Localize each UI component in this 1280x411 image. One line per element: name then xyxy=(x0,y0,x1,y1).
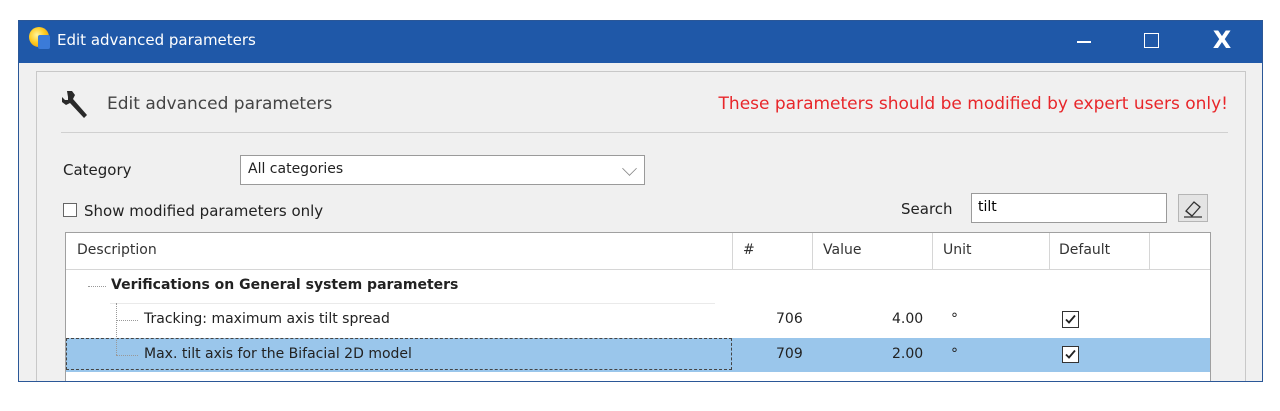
tree-connector xyxy=(116,355,138,356)
column-description[interactable]: Description xyxy=(77,242,157,258)
column-number[interactable]: # xyxy=(743,242,755,258)
parameters-table[interactable]: Description # Value Unit Default Verific… xyxy=(65,232,1211,381)
clear-search-button[interactable] xyxy=(1178,194,1208,222)
chevron-down-icon xyxy=(622,161,637,176)
divider xyxy=(61,132,1228,133)
row-number: 709 xyxy=(776,346,803,362)
maximize-button[interactable] xyxy=(1116,21,1186,63)
tree-connector xyxy=(88,286,106,287)
column-unit[interactable]: Unit xyxy=(943,242,972,258)
row-number: 706 xyxy=(776,311,803,327)
tree-connector xyxy=(116,320,138,321)
window-title: Edit advanced parameters xyxy=(57,31,256,49)
main-panel: Edit advanced parameters These parameter… xyxy=(36,71,1246,381)
category-select-value: All categories xyxy=(248,161,344,177)
minimize-button[interactable] xyxy=(1049,21,1119,63)
eraser-icon xyxy=(1184,201,1202,218)
column-value[interactable]: Value xyxy=(823,242,861,258)
app-logo-icon xyxy=(29,27,50,49)
column-separator[interactable] xyxy=(812,233,813,269)
wrench-icon xyxy=(62,91,87,118)
group-row[interactable]: Verifications on General system paramete… xyxy=(66,269,1210,303)
column-default[interactable]: Default xyxy=(1059,242,1110,258)
dialog-window: Edit advanced parameters X Edit advanced… xyxy=(18,20,1263,382)
default-checkbox[interactable] xyxy=(1062,346,1079,363)
header-title: Edit advanced parameters xyxy=(107,94,333,114)
table-row-selected[interactable]: Max. tilt axis for the Bifacial 2D model… xyxy=(66,338,1210,372)
minimize-icon xyxy=(1077,40,1091,43)
row-value: 2.00 xyxy=(892,346,924,362)
group-label: Verifications on General system paramete… xyxy=(111,277,459,293)
table-row[interactable]: Tracking: maximum axis tilt spread 706 4… xyxy=(66,303,1210,337)
maximize-icon xyxy=(1143,32,1159,48)
row-description: Tracking: maximum axis tilt spread xyxy=(144,311,390,327)
show-modified-label: Show modified parameters only xyxy=(84,202,324,220)
search-field[interactable] xyxy=(971,193,1167,223)
row-description: Max. tilt axis for the Bifacial 2D model xyxy=(144,346,412,362)
close-button[interactable]: X xyxy=(1187,21,1257,63)
search-label: Search xyxy=(901,200,953,218)
row-unit: ° xyxy=(951,311,958,327)
row-value: 4.00 xyxy=(892,311,924,327)
column-separator[interactable] xyxy=(932,233,933,269)
checkmark-icon xyxy=(1065,349,1076,359)
category-label: Category xyxy=(63,161,132,179)
tree-connector xyxy=(116,338,117,355)
show-modified-checkbox[interactable] xyxy=(63,203,77,217)
search-input[interactable] xyxy=(972,194,1164,220)
title-bar[interactable]: Edit advanced parameters X xyxy=(19,21,1262,63)
checkmark-icon xyxy=(1065,314,1076,324)
column-separator[interactable] xyxy=(1149,233,1150,269)
column-separator[interactable] xyxy=(1049,233,1050,269)
expert-warning: These parameters should be modified by e… xyxy=(718,94,1228,114)
column-separator[interactable] xyxy=(732,233,733,269)
table-header: Description # Value Unit Default xyxy=(66,233,1210,270)
default-checkbox[interactable] xyxy=(1062,311,1079,328)
category-select[interactable]: All categories xyxy=(240,155,645,185)
row-unit: ° xyxy=(951,346,958,362)
